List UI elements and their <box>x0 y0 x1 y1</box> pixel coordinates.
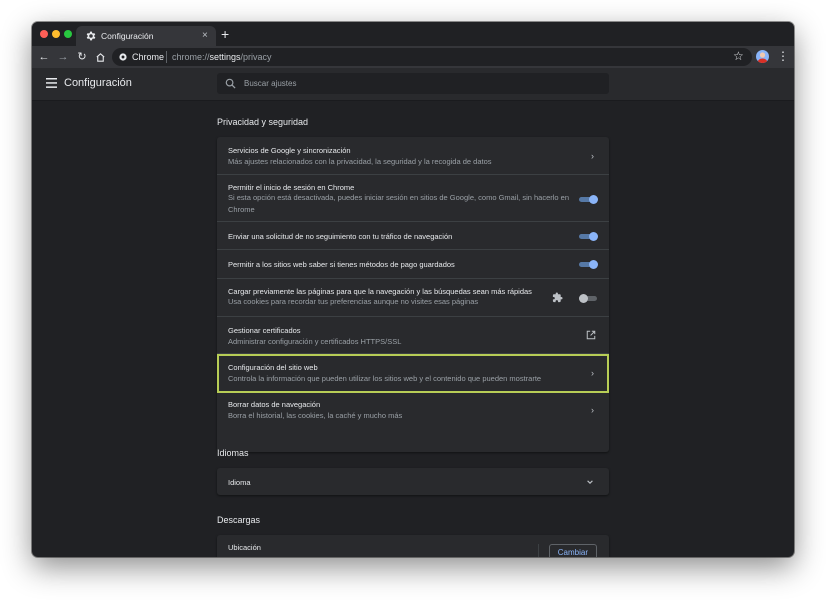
back-arrow-icon[interactable]: ← <box>37 50 51 64</box>
search-icon <box>225 78 236 89</box>
search-placeholder: Buscar ajustes <box>244 79 297 88</box>
settings-header: Configuración Buscar ajustes <box>32 68 794 101</box>
toggle-payment-methods[interactable] <box>579 260 598 269</box>
row-payment-methods: Permitir a los sitios web saber si tiene… <box>217 250 609 279</box>
browser-toolbar: ← → ↻ Chrome chrome://settings/privacy ☆… <box>32 46 794 68</box>
highlight-frame <box>217 354 609 393</box>
row-title: Servicios de Google y sincronización <box>228 146 351 155</box>
minimize-window-button[interactable] <box>52 30 60 38</box>
row-manage-certificates[interactable]: Gestionar certificados Administrar confi… <box>217 317 609 354</box>
toggle-preload-pages[interactable] <box>579 294 597 303</box>
toggle-do-not-track[interactable] <box>579 232 598 241</box>
profile-avatar[interactable] <box>756 50 769 63</box>
tab-strip: Configuración × + <box>32 22 794 46</box>
chrome-site-icon <box>119 53 127 61</box>
privacy-card: Servicios de Google y sincronización Más… <box>217 137 609 452</box>
browser-window: Configuración × + ← → ↻ Chrome chrome://… <box>32 22 794 557</box>
row-subtitle: Más ajustes relacionados con la privacid… <box>228 157 492 166</box>
row-subtitle: Si esta opción está desactivada, puedes … <box>228 193 570 214</box>
downloads-card: Ubicación Cambiar <box>217 535 609 557</box>
hamburger-menu-icon[interactable] <box>46 78 57 88</box>
languages-card: Idioma <box>217 468 609 495</box>
settings-content: Privacidad y seguridad Servicios de Goog… <box>32 100 794 557</box>
chevron-down-icon <box>587 480 593 484</box>
close-window-button[interactable] <box>40 30 48 38</box>
page-title: Configuración <box>64 77 132 89</box>
row-title: Enviar una solicitud de no seguimiento c… <box>228 232 453 241</box>
row-clear-browsing-data[interactable]: Borrar datos de navegación Borra el hist… <box>217 392 609 430</box>
row-subtitle: Borra el historial, las cookies, la cach… <box>228 411 403 420</box>
row-title: Idioma <box>228 478 251 487</box>
row-title: Gestionar certificados <box>228 326 301 335</box>
row-google-services[interactable]: Servicios de Google y sincronización Más… <box>217 137 609 175</box>
change-location-button[interactable]: Cambiar <box>548 544 597 557</box>
row-title: Permitir el inicio de sesión en Chrome <box>228 183 355 192</box>
reload-icon[interactable]: ↻ <box>75 50 89 64</box>
search-input[interactable]: Buscar ajustes <box>217 73 609 94</box>
row-title: Permitir a los sitios web saber si tiene… <box>228 260 455 269</box>
section-title-privacy: Privacidad y seguridad <box>217 117 309 127</box>
bookmark-star-icon[interactable]: ☆ <box>733 49 744 63</box>
section-title-downloads: Descargas <box>217 515 261 525</box>
gear-icon <box>86 31 96 41</box>
new-tab-button[interactable]: + <box>221 25 229 43</box>
close-tab-icon[interactable]: × <box>202 29 208 43</box>
zoom-window-button[interactable] <box>64 30 72 38</box>
url-text: chrome://settings/privacy <box>172 52 272 62</box>
divider <box>538 544 539 557</box>
tab-settings[interactable]: Configuración × <box>76 26 216 46</box>
chevron-right-icon: › <box>591 151 594 161</box>
chevron-right-icon: › <box>591 405 594 415</box>
home-icon[interactable] <box>93 50 107 64</box>
row-subtitle: Usa cookies para recordar tus preferenci… <box>228 297 479 306</box>
extension-puzzle-icon[interactable] <box>552 292 563 303</box>
row-preload-pages: Cargar previamente las páginas para que … <box>217 279 609 317</box>
row-subtitle: Administrar configuración y certificados… <box>228 337 402 346</box>
row-language[interactable]: Idioma <box>217 468 609 495</box>
row-title: Cargar previamente las páginas para que … <box>228 287 532 296</box>
row-download-location: Ubicación Cambiar <box>217 535 609 557</box>
open-external-icon <box>586 330 596 340</box>
address-separator <box>166 51 167 63</box>
site-name: Chrome <box>132 52 165 62</box>
section-title-languages: Idiomas <box>217 448 249 458</box>
tab-title: Configuración <box>101 31 154 41</box>
row-title: Borrar datos de navegación <box>228 400 321 409</box>
address-bar[interactable]: Chrome chrome://settings/privacy <box>112 48 752 66</box>
toggle-chrome-signin[interactable] <box>579 195 598 204</box>
row-title: Ubicación <box>228 543 261 552</box>
row-do-not-track: Enviar una solicitud de no seguimiento c… <box>217 222 609 250</box>
forward-arrow-icon[interactable]: → <box>56 50 70 64</box>
row-chrome-signin: Permitir el inicio de sesión en Chrome S… <box>217 175 609 222</box>
more-menu-icon[interactable]: ⋮ <box>777 49 789 63</box>
